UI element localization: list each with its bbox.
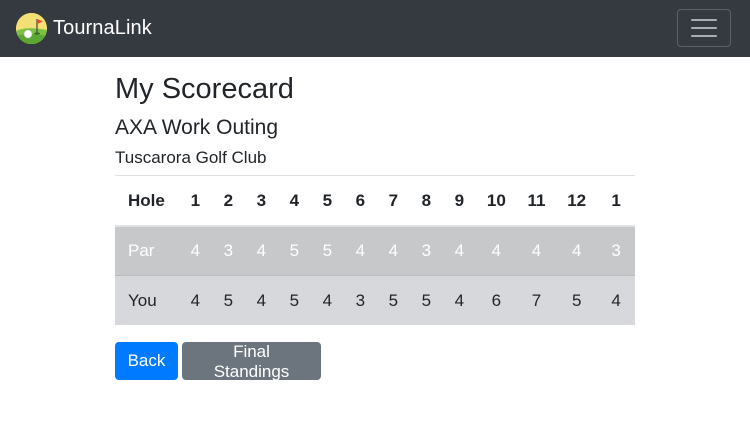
par-value: 4 bbox=[516, 226, 557, 276]
your-score: 5 bbox=[376, 275, 410, 325]
par-value: 4 bbox=[556, 226, 598, 276]
hole-number: 8 bbox=[409, 176, 443, 227]
course-name: Tuscarora Golf Club bbox=[115, 148, 267, 167]
par-label: Par bbox=[115, 226, 179, 276]
scorecard-table: Hole 1 2 3 4 5 6 7 8 9 10 11 12 1 Par 4 … bbox=[115, 176, 635, 325]
hole-header-label: Hole bbox=[115, 176, 179, 227]
final-standings-button[interactable]: Final Standings bbox=[182, 342, 321, 381]
brand-name: TournaLink bbox=[53, 17, 152, 39]
hole-header-row: Hole 1 2 3 4 5 6 7 8 9 10 11 12 1 bbox=[115, 176, 635, 227]
par-row: Par 4 3 4 5 5 4 4 3 4 4 4 4 3 bbox=[115, 226, 635, 276]
hole-number: 3 bbox=[244, 176, 278, 227]
hole-number: 1 bbox=[178, 176, 212, 227]
par-value: 4 bbox=[178, 226, 212, 276]
par-value: 4 bbox=[244, 226, 278, 276]
back-button[interactable]: Back bbox=[115, 342, 178, 380]
hamburger-menu-button[interactable] bbox=[677, 9, 731, 47]
hole-number: 10 bbox=[475, 176, 517, 227]
hole-number: 6 bbox=[343, 176, 377, 227]
you-row: You 4 5 4 5 4 3 5 5 4 6 7 5 4 bbox=[115, 275, 635, 325]
hole-number: 4 bbox=[277, 176, 311, 227]
your-score: 5 bbox=[277, 275, 311, 325]
your-score: 5 bbox=[409, 275, 443, 325]
par-value: 3 bbox=[597, 226, 635, 276]
golf-logo-icon bbox=[16, 13, 47, 44]
your-score: 5 bbox=[211, 275, 245, 325]
your-score: 6 bbox=[475, 275, 517, 325]
scorecard-table-scroll[interactable]: Hole 1 2 3 4 5 6 7 8 9 10 11 12 1 Par 4 … bbox=[115, 175, 635, 326]
hole-number: 2 bbox=[211, 176, 245, 227]
page-title: My Scorecard bbox=[115, 73, 294, 105]
your-score: 3 bbox=[343, 275, 377, 325]
your-score: 7 bbox=[516, 275, 557, 325]
event-name: AXA Work Outing bbox=[115, 116, 279, 139]
hole-number: 12 bbox=[556, 176, 598, 227]
par-value: 4 bbox=[343, 226, 377, 276]
hole-number: 1 bbox=[597, 176, 635, 227]
par-value: 5 bbox=[310, 226, 344, 276]
par-value: 3 bbox=[409, 226, 443, 276]
you-label: You bbox=[115, 275, 179, 325]
par-value: 5 bbox=[277, 226, 311, 276]
hole-number: 9 bbox=[442, 176, 476, 227]
par-value: 4 bbox=[442, 226, 476, 276]
your-score: 4 bbox=[597, 275, 635, 325]
par-value: 3 bbox=[211, 226, 245, 276]
hole-number: 7 bbox=[376, 176, 410, 227]
your-score: 4 bbox=[310, 275, 344, 325]
your-score: 5 bbox=[556, 275, 598, 325]
hole-number: 5 bbox=[310, 176, 344, 227]
menu-line bbox=[691, 27, 717, 29]
menu-line bbox=[691, 19, 717, 21]
your-score: 4 bbox=[244, 275, 278, 325]
navbar: TournaLink bbox=[0, 0, 750, 57]
hole-number: 11 bbox=[516, 176, 557, 227]
brand[interactable]: TournaLink bbox=[16, 13, 152, 44]
par-value: 4 bbox=[376, 226, 410, 276]
menu-line bbox=[691, 35, 717, 37]
par-value: 4 bbox=[475, 226, 517, 276]
your-score: 4 bbox=[178, 275, 212, 325]
your-score: 4 bbox=[442, 275, 476, 325]
